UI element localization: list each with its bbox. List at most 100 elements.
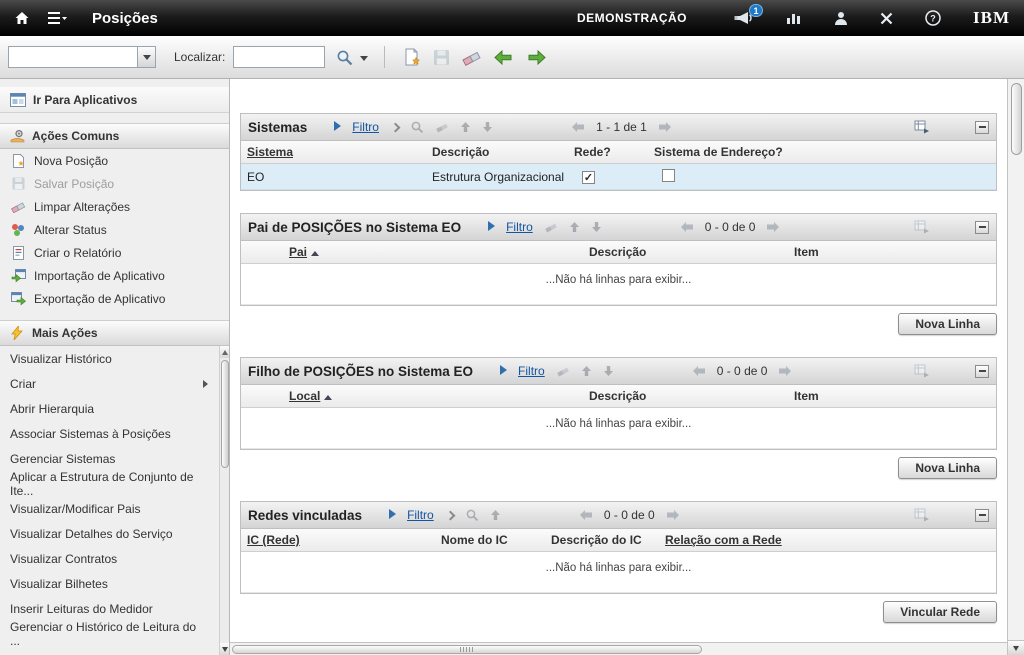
- app-header: Posições DEMONSTRAÇÃO 1 ? IBM: [0, 0, 1024, 36]
- rede-checkbox[interactable]: ✓: [582, 171, 595, 184]
- column-header-rede: Rede?: [568, 145, 648, 159]
- sidebar-scrollbar-thumb[interactable]: [221, 360, 229, 468]
- sistemas-panel-header: Sistemas Filtro 1 - 1 de 1: [241, 114, 996, 141]
- ibm-logo: IBM: [973, 8, 1010, 28]
- sidebar-item-criar-relatorio[interactable]: Criar o Relatório: [0, 241, 229, 264]
- search-options-caret-icon[interactable]: [360, 48, 368, 66]
- column-header-local[interactable]: Local: [283, 389, 583, 403]
- sidebar-item-alterar-status[interactable]: Alterar Status: [0, 218, 229, 241]
- header-left: Posições: [14, 10, 158, 27]
- filho-column-headers: Local Descrição Item: [241, 385, 996, 408]
- sidebar-item-associar-sistemas[interactable]: Associar Sistemas à Posições: [0, 421, 218, 446]
- query-select-input[interactable]: [9, 47, 137, 67]
- redes-column-headers: IC (Rede) Nome do IC Descrição do IC Rel…: [241, 529, 996, 552]
- column-header-ic-rede[interactable]: IC (Rede): [241, 533, 435, 547]
- sidebar-item-importacao-aplicativo[interactable]: Importação de Aplicativo: [0, 264, 229, 287]
- table-row-eo[interactable]: EO Estrutura Organizacional ✓: [241, 164, 996, 190]
- filter-expand-icon[interactable]: [389, 506, 396, 524]
- sidebar-item-limpar-alteracoes[interactable]: Limpar Alterações: [0, 195, 229, 218]
- nova-linha-button[interactable]: Nova Linha: [898, 313, 997, 335]
- profile-icon[interactable]: [834, 11, 848, 26]
- import-icon: [10, 269, 26, 283]
- vertical-scrollbar[interactable]: [1007, 79, 1024, 655]
- collapse-icon[interactable]: [975, 509, 989, 522]
- sistemas-column-headers: Sistema Descrição Rede? Sistema de Ender…: [241, 141, 996, 164]
- redes-panel-header: Redes vinculadas Filtro 0 - 0 de 0: [241, 502, 996, 529]
- announcements-icon[interactable]: 1: [733, 10, 754, 26]
- common-actions-header: Ações Comuns: [0, 123, 229, 149]
- signout-icon[interactable]: [880, 12, 893, 25]
- clear-changes-icon[interactable]: [460, 49, 483, 66]
- column-header-relacao-rede[interactable]: Relação com a Rede: [659, 533, 996, 547]
- sidebar-item-aplicar-estrutura[interactable]: Aplicar a Estrutura de Conjunto de Ite..…: [0, 471, 218, 496]
- sidebar-scrollbar[interactable]: [219, 346, 229, 655]
- reports-icon[interactable]: [786, 11, 802, 25]
- horizontal-scrollbar[interactable]: [230, 642, 1007, 655]
- download-icon[interactable]: [914, 120, 930, 134]
- search-icon: [465, 508, 479, 522]
- next-record-icon[interactable]: [524, 49, 549, 66]
- previous-record-icon[interactable]: [491, 49, 516, 66]
- sidebar-item-inserir-leituras-medidor[interactable]: Inserir Leituras do Medidor: [0, 596, 218, 621]
- row-range: 0 - 0 de 0: [705, 220, 756, 234]
- nova-linha-button[interactable]: Nova Linha: [898, 457, 997, 479]
- cell-rede: ✓: [568, 170, 648, 184]
- sidebar-item-abrir-hierarquia[interactable]: Abrir Hierarquia: [0, 396, 218, 421]
- collapse-icon[interactable]: [975, 365, 989, 378]
- sidebar-item-label: Criar o Relatório: [34, 246, 121, 260]
- section-filho: Filho de POSIÇÕES no Sistema EO Filtro 0…: [240, 357, 997, 479]
- filter-link[interactable]: Filtro: [506, 220, 533, 234]
- collapse-icon[interactable]: [975, 121, 989, 134]
- environment-label: DEMONSTRAÇÃO: [577, 11, 687, 25]
- page-title: Posições: [92, 10, 158, 27]
- query-select[interactable]: [8, 46, 156, 68]
- sidebar-item-nova-posicao[interactable]: Nova Posição: [0, 149, 229, 172]
- goto-menu-icon[interactable]: [48, 11, 68, 25]
- sidebar-item-exportacao-aplicativo[interactable]: Exportação de Aplicativo: [0, 287, 229, 310]
- home-icon[interactable]: [14, 10, 30, 26]
- sidebar-item-label: Aplicar a Estrutura de Conjunto de Ite..…: [10, 470, 208, 498]
- search-icon[interactable]: [333, 48, 356, 67]
- common-actions-title: Ações Comuns: [32, 129, 119, 143]
- query-select-caret-icon[interactable]: [137, 47, 155, 67]
- column-header-label[interactable]: Pai: [289, 245, 307, 259]
- scroll-down-icon[interactable]: [1008, 640, 1024, 655]
- sidebar-item-label: Associar Sistemas à Posições: [10, 427, 171, 441]
- section-sistemas: Sistemas Filtro 1 - 1 de 1: [240, 113, 997, 191]
- vertical-scrollbar-thumb[interactable]: [1011, 83, 1022, 155]
- new-record-icon[interactable]: [401, 48, 423, 66]
- sidebar-item-go-to-applications[interactable]: Ir Para Aplicativos: [0, 87, 229, 113]
- row-range: 0 - 0 de 0: [717, 364, 768, 378]
- filter-link[interactable]: Filtro: [352, 120, 379, 134]
- sistema-endereco-checkbox[interactable]: [662, 169, 675, 182]
- sort-asc-icon: [311, 251, 319, 256]
- new-record-icon: [10, 154, 26, 168]
- column-header-pai[interactable]: Pai: [283, 245, 583, 259]
- help-icon[interactable]: ?: [925, 10, 941, 26]
- cell-sistema[interactable]: EO: [241, 170, 426, 184]
- filter-link[interactable]: Filtro: [518, 364, 545, 378]
- sidebar-item-visualizar-historico[interactable]: Visualizar Histórico: [0, 346, 218, 371]
- sidebar-item-visualizar-bilhetes[interactable]: Visualizar Bilhetes: [0, 571, 218, 596]
- collapse-icon[interactable]: [975, 221, 989, 234]
- sidebar-item-visualizar-detalhes-servico[interactable]: Visualizar Detalhes do Serviço: [0, 521, 218, 546]
- column-header-sistema[interactable]: Sistema: [241, 145, 426, 159]
- sidebar-item-criar[interactable]: Criar: [0, 371, 218, 396]
- filter-expand-icon[interactable]: [334, 118, 341, 136]
- sidebar-item-gerenciar-sistemas[interactable]: Gerenciar Sistemas: [0, 446, 218, 471]
- column-header-label[interactable]: Local: [289, 389, 320, 403]
- filter-link[interactable]: Filtro: [407, 508, 434, 522]
- vincular-rede-button[interactable]: Vincular Rede: [883, 601, 997, 623]
- horizontal-scrollbar-thumb[interactable]: [232, 645, 702, 654]
- filter-expand-icon[interactable]: [500, 362, 507, 380]
- scroll-down-icon[interactable]: [220, 643, 230, 655]
- next-page-icon: [658, 121, 672, 133]
- redes-panel: Redes vinculadas Filtro 0 - 0 de 0: [240, 501, 997, 594]
- sidebar-item-label: Importação de Aplicativo: [34, 269, 165, 283]
- localizar-input[interactable]: [233, 46, 325, 68]
- scroll-up-icon[interactable]: [220, 346, 230, 358]
- sidebar-item-visualizar-modificar-pais[interactable]: Visualizar/Modificar Pais: [0, 496, 218, 521]
- sidebar-item-gerenciar-historico-leitura[interactable]: Gerenciar o Histórico de Leitura do ...: [0, 621, 218, 646]
- sidebar-item-visualizar-contratos[interactable]: Visualizar Contratos: [0, 546, 218, 571]
- filter-expand-icon[interactable]: [488, 218, 495, 236]
